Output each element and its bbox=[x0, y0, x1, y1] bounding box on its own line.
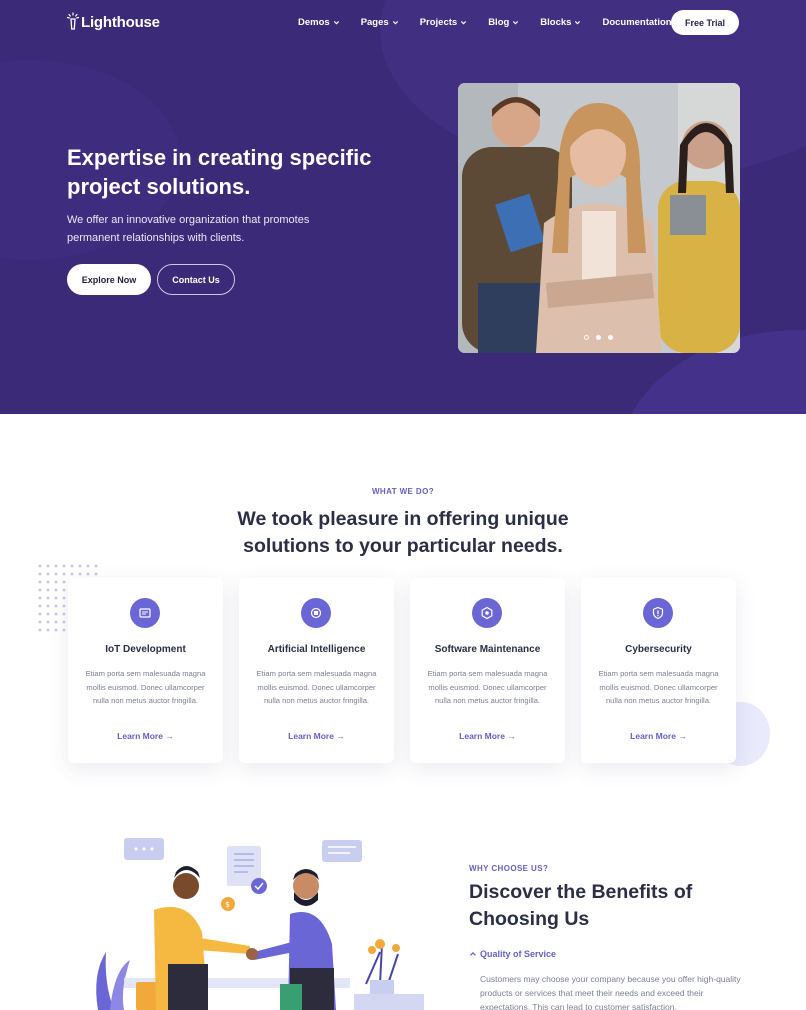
nav-item-blocks[interactable]: Blocks bbox=[540, 17, 581, 28]
nav-item-label: Documentation bbox=[602, 17, 672, 28]
contact-us-button[interactable]: Contact Us bbox=[157, 264, 235, 295]
hero-title: Expertise in creating specific project s… bbox=[67, 145, 372, 199]
svg-text:$: $ bbox=[225, 900, 230, 909]
nav-item-label: Blog bbox=[488, 17, 510, 28]
card-title: Cybersecurity bbox=[625, 644, 692, 655]
card-text: Etiam porta sem malesuada magna mollis e… bbox=[598, 669, 719, 705]
top-nav: Lighthouse Demos Pages Projects Blog Blo… bbox=[0, 0, 806, 46]
learn-more-link[interactable]: Learn More → bbox=[239, 731, 394, 741]
logo[interactable]: Lighthouse bbox=[66, 12, 160, 31]
hero-subtitle: We offer an innovative organization that… bbox=[67, 214, 310, 244]
service-card-ai: Artificial Intelligence Etiam porta sem … bbox=[239, 578, 394, 763]
accordion-body: Customers may choose your company becaus… bbox=[480, 974, 741, 1010]
nav-item-label: Blocks bbox=[540, 17, 572, 28]
accordion-quality-of-service[interactable]: Quality of Service bbox=[469, 949, 556, 959]
chevron-up-icon bbox=[470, 951, 476, 956]
lighthouse-icon bbox=[66, 12, 80, 30]
nav-item-blog[interactable]: Blog bbox=[488, 17, 519, 28]
service-card-iot: IoT Development Etiam porta sem malesuad… bbox=[68, 578, 223, 763]
learn-more-link[interactable]: Learn More → bbox=[68, 731, 223, 741]
shield-icon bbox=[643, 598, 673, 628]
card-text: Etiam porta sem malesuada magna mollis e… bbox=[256, 669, 377, 705]
learn-more-link[interactable]: Learn More → bbox=[581, 731, 736, 741]
services-cards: IoT Development Etiam porta sem malesuad… bbox=[68, 578, 752, 763]
card-title: Artificial Intelligence bbox=[267, 644, 366, 655]
nav-item-pages[interactable]: Pages bbox=[361, 17, 399, 28]
chevron-down-icon bbox=[461, 21, 467, 25]
services-title: We took pleasure in offering unique solu… bbox=[237, 508, 569, 557]
card-text: Etiam porta sem malesuada magna mollis e… bbox=[427, 669, 548, 705]
card-title: IoT Development bbox=[105, 644, 186, 655]
nav-menu: Demos Pages Projects Blog Blocks Documen… bbox=[298, 17, 703, 28]
hero-slider-dots bbox=[584, 335, 620, 340]
benefits-eyebrow: WHY CHOOSE US? bbox=[469, 864, 549, 873]
nav-item-demos[interactable]: Demos bbox=[298, 17, 340, 28]
accordion-title: Quality of Service bbox=[480, 949, 557, 959]
service-card-software: Software Maintenance Etiam porta sem mal… bbox=[410, 578, 565, 763]
handshake-illustration: $ bbox=[84, 834, 424, 1010]
learn-more-link[interactable]: Learn More → bbox=[410, 731, 565, 741]
free-trial-button[interactable]: Free Trial bbox=[671, 10, 739, 35]
logo-text: Lighthouse bbox=[81, 13, 160, 31]
explore-now-button[interactable]: Explore Now bbox=[67, 264, 151, 295]
ai-chip-icon bbox=[301, 598, 331, 628]
nav-item-label: Demos bbox=[298, 17, 330, 28]
team-photo-illustration bbox=[458, 83, 740, 353]
chevron-down-icon bbox=[575, 21, 581, 25]
iot-icon bbox=[130, 598, 160, 628]
chevron-down-icon bbox=[513, 21, 519, 25]
hero-team-photo bbox=[458, 83, 740, 353]
nav-item-label: Projects bbox=[419, 17, 458, 28]
nav-item-projects[interactable]: Projects bbox=[420, 17, 468, 28]
nav-item-documentation[interactable]: Documentation bbox=[602, 17, 681, 28]
service-card-cybersecurity: Cybersecurity Etiam porta sem malesuada … bbox=[581, 578, 736, 763]
benefits-title: Discover the Benefits of Choosing Us bbox=[469, 881, 693, 930]
chevron-down-icon bbox=[392, 21, 398, 25]
settings-gear-icon bbox=[472, 598, 502, 628]
hero-section: Lighthouse Demos Pages Projects Blog Blo… bbox=[0, 0, 806, 414]
services-eyebrow: WHAT WE DO? bbox=[371, 487, 435, 496]
slider-dot[interactable] bbox=[584, 335, 589, 340]
nav-item-label: Pages bbox=[360, 17, 389, 28]
card-title: Software Maintenance bbox=[434, 644, 541, 655]
slider-dot[interactable] bbox=[596, 335, 601, 340]
slider-dot[interactable] bbox=[608, 335, 613, 340]
chevron-down-icon bbox=[333, 21, 339, 25]
card-text: Etiam porta sem malesuada magna mollis e… bbox=[85, 669, 206, 705]
